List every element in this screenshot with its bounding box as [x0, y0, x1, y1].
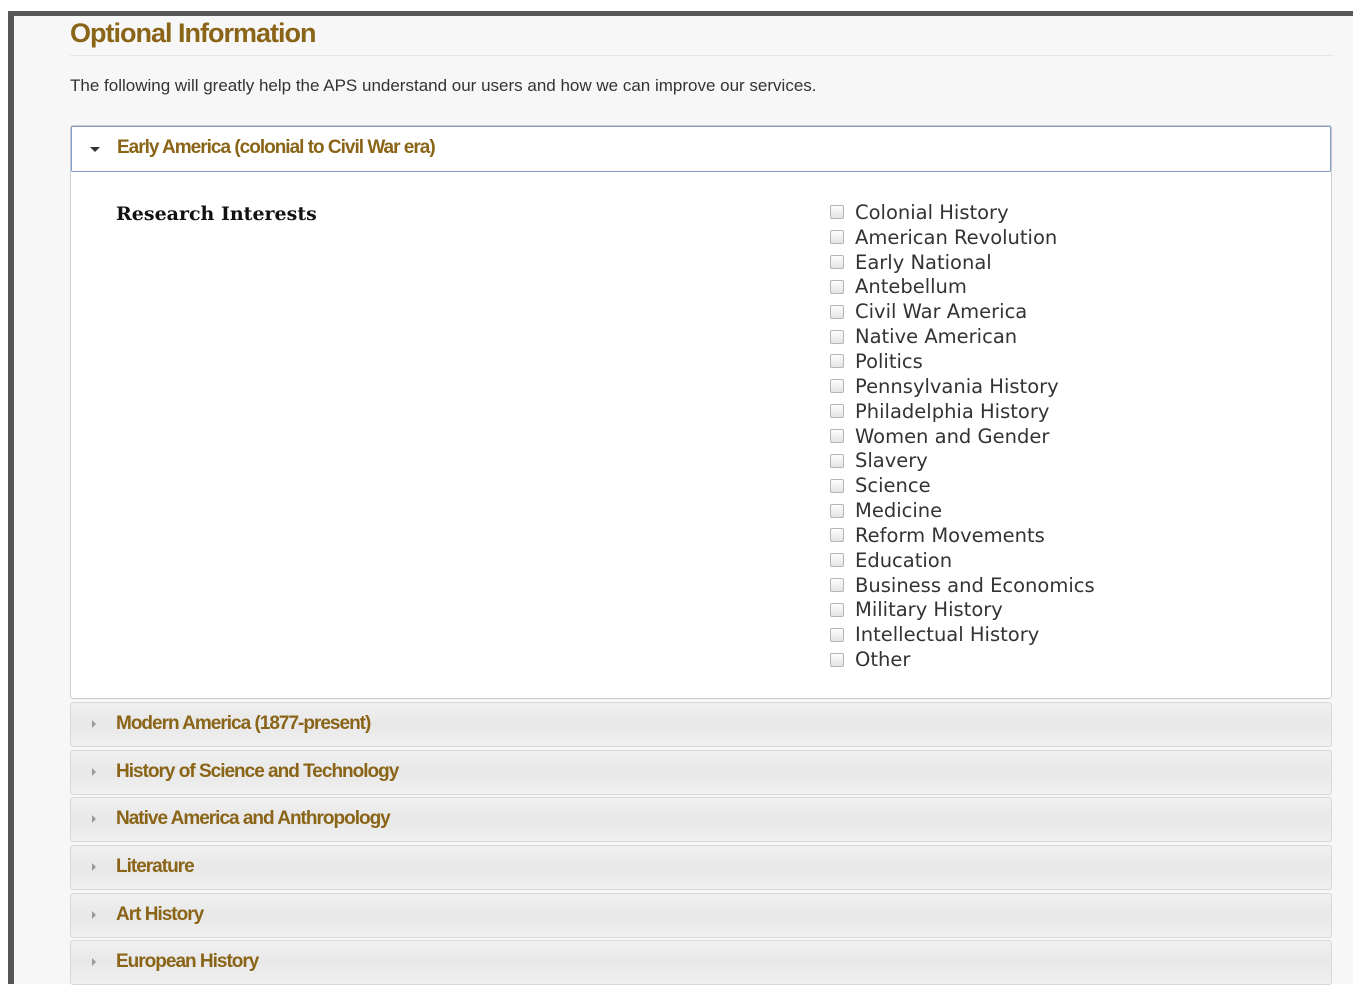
- accordion-header-literature[interactable]: Literature: [70, 845, 1332, 890]
- checkbox-item[interactable]: Politics: [830, 349, 1095, 374]
- checkbox-item[interactable]: Business and Economics: [830, 573, 1095, 598]
- checkbox[interactable]: [830, 230, 844, 245]
- checkbox[interactable]: [830, 279, 844, 294]
- accordion-header-native-america[interactable]: Native America and Anthropology: [70, 797, 1332, 842]
- checkbox[interactable]: [830, 304, 844, 319]
- checkbox[interactable]: [830, 379, 844, 394]
- accordion-header-early-america[interactable]: Early America (colonial to Civil War era…: [71, 126, 1331, 172]
- checkbox-item[interactable]: American Revolution: [830, 225, 1095, 250]
- checkbox-label[interactable]: Business and Economics: [855, 574, 1095, 597]
- checkbox-item[interactable]: Women and Gender: [830, 424, 1095, 449]
- checkbox-label[interactable]: Other: [855, 648, 910, 671]
- checkbox-label[interactable]: Reform Movements: [855, 524, 1045, 547]
- section-title: Optional Information: [70, 18, 316, 48]
- intro-text: The following will greatly help the APS …: [70, 76, 817, 95]
- checkbox[interactable]: [830, 578, 844, 593]
- checkbox-item[interactable]: Civil War America: [830, 299, 1095, 324]
- accordion-title: Art History: [116, 904, 204, 925]
- caret-right-icon: [92, 768, 96, 776]
- checkbox[interactable]: [830, 404, 844, 419]
- research-interests-label: Research Interests: [116, 203, 317, 225]
- checkbox[interactable]: [830, 627, 844, 642]
- caret-right-icon: [92, 720, 96, 728]
- checkbox-item[interactable]: Other: [830, 647, 1095, 672]
- checkbox[interactable]: [830, 602, 844, 617]
- checkbox[interactable]: [830, 429, 844, 444]
- checkbox-item[interactable]: Education: [830, 548, 1095, 573]
- checkbox-label[interactable]: Women and Gender: [855, 425, 1049, 448]
- checkbox-item[interactable]: Reform Movements: [830, 523, 1095, 548]
- accordion-title: Modern America (1877-present): [116, 713, 371, 734]
- checkbox-label[interactable]: Military History: [855, 598, 1003, 621]
- checkbox-item[interactable]: Native American: [830, 324, 1095, 349]
- accordion-title: History of Science and Technology: [116, 761, 399, 782]
- accordion-title: Literature: [116, 856, 195, 877]
- checkbox-item[interactable]: Colonial History: [830, 200, 1095, 225]
- checkbox[interactable]: [830, 453, 844, 468]
- checkbox-label[interactable]: Intellectual History: [855, 623, 1039, 646]
- checkbox-label[interactable]: American Revolution: [855, 226, 1057, 249]
- checkbox-item[interactable]: Intellectual History: [830, 622, 1095, 647]
- checkbox-item[interactable]: Philadelphia History: [830, 399, 1095, 424]
- accordion-early-america: Early America (colonial to Civil War era…: [70, 125, 1332, 699]
- checkbox-label[interactable]: Philadelphia History: [855, 400, 1049, 423]
- checkbox-label[interactable]: Antebellum: [855, 275, 967, 298]
- checkbox-label[interactable]: Politics: [855, 350, 923, 373]
- checkbox[interactable]: [830, 329, 844, 344]
- optional-information-panel: Optional Information The following will …: [0, 0, 1353, 985]
- checkbox-item[interactable]: Slavery: [830, 448, 1095, 473]
- accordion-title: European History: [116, 951, 259, 972]
- checkbox-item[interactable]: Early National: [830, 250, 1095, 275]
- accordion-header-european-history[interactable]: European History: [70, 940, 1332, 985]
- checkbox[interactable]: [830, 205, 844, 220]
- checkbox[interactable]: [830, 503, 844, 518]
- checkbox[interactable]: [830, 478, 844, 493]
- checkbox-item[interactable]: Antebellum: [830, 275, 1095, 300]
- checkbox[interactable]: [830, 255, 844, 270]
- checkbox-label[interactable]: Slavery: [855, 449, 928, 472]
- checkbox-label[interactable]: Colonial History: [855, 201, 1009, 224]
- accordion-header-modern-america[interactable]: Modern America (1877-present): [70, 702, 1332, 747]
- checkbox[interactable]: [830, 652, 844, 667]
- checkbox[interactable]: [830, 354, 844, 369]
- checkbox-label[interactable]: Native American: [855, 325, 1017, 348]
- checkbox-label[interactable]: Science: [855, 474, 931, 497]
- checkbox[interactable]: [830, 553, 844, 568]
- checkbox-item[interactable]: Military History: [830, 598, 1095, 623]
- checkbox-label[interactable]: Education: [855, 549, 952, 572]
- checkbox-label[interactable]: Early National: [855, 251, 992, 274]
- checkbox-item[interactable]: Medicine: [830, 498, 1095, 523]
- caret-right-icon: [92, 958, 96, 966]
- checkbox-label[interactable]: Medicine: [855, 499, 942, 522]
- research-interests-checklist: Colonial History American Revolution Ear…: [830, 200, 1095, 672]
- accordion-title: Early America (colonial to Civil War era…: [117, 137, 436, 158]
- checkbox-item[interactable]: Science: [830, 473, 1095, 498]
- caret-down-icon: [90, 147, 100, 152]
- checkbox-label[interactable]: Pennsylvania History: [855, 375, 1059, 398]
- caret-right-icon: [92, 815, 96, 823]
- accordion-header-art-history[interactable]: Art History: [70, 893, 1332, 938]
- title-divider: [70, 55, 1334, 56]
- checkbox-label[interactable]: Civil War America: [855, 300, 1027, 323]
- caret-right-icon: [92, 863, 96, 871]
- checkbox-item[interactable]: Pennsylvania History: [830, 374, 1095, 399]
- accordion-title: Native America and Anthropology: [116, 808, 391, 829]
- checkbox[interactable]: [830, 528, 844, 543]
- caret-right-icon: [92, 911, 96, 919]
- accordion-header-history-of-science[interactable]: History of Science and Technology: [70, 750, 1332, 795]
